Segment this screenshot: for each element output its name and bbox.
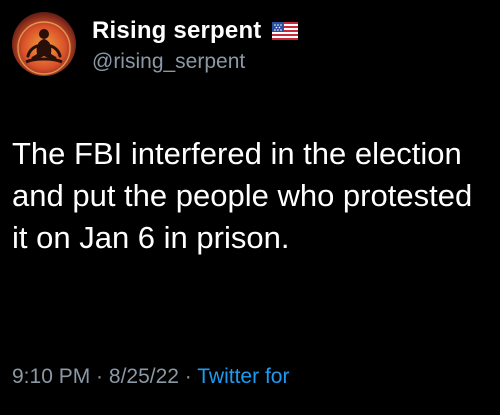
name-row: Rising serpent [92,14,298,48]
user-handle[interactable]: @rising_serpent [92,50,298,74]
tweet-text: The FBI interfered in the election and p… [12,136,473,255]
tweet-source-link[interactable]: Twitter for [197,365,289,388]
us-flag-icon [271,22,298,40]
meta-separator: · [178,365,198,388]
tweet-header: Rising serpent @rising_serpent [92,14,298,74]
tweet-date[interactable]: 8/25/22 [109,365,179,388]
avatar[interactable] [12,12,76,76]
meditating-figure-icon [17,21,71,75]
tweet-card: Rising serpent @rising_serpent The FBI i… [0,0,500,415]
tweet-time[interactable]: 9:10 PM [12,365,90,388]
tweet-meta: 9:10 PM · 8/25/22 · Twitter for [12,365,289,389]
display-name[interactable]: Rising serpent [92,17,262,45]
meta-separator: · [90,365,109,388]
